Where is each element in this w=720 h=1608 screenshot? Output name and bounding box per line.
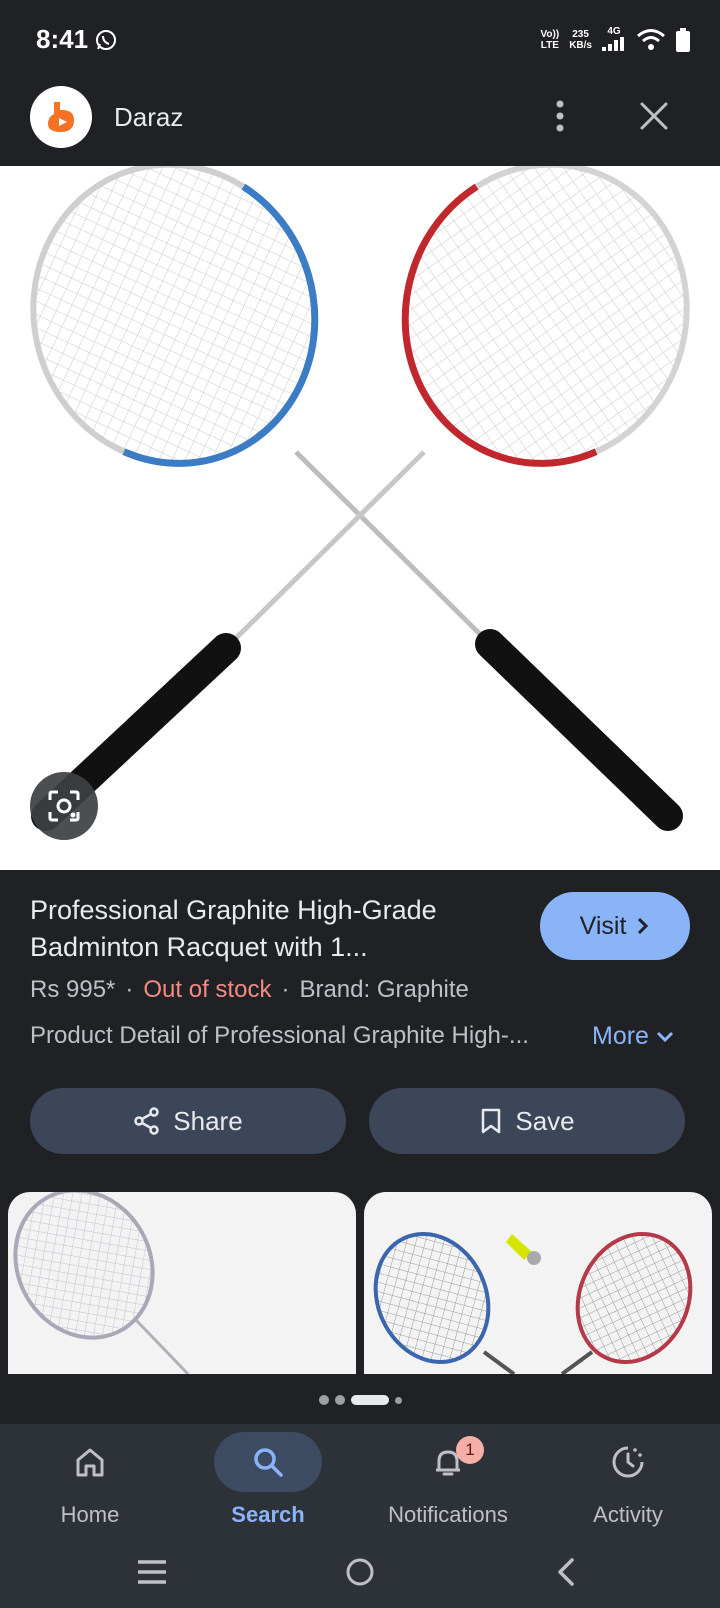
product-brand: Brand: Graphite [299,976,469,1003]
nav-search[interactable]: Search [178,1424,358,1538]
visit-button[interactable]: Visit [540,892,690,960]
nav-notifications[interactable]: 1 Notifications [358,1424,538,1538]
carousel-dot-active [350,1395,389,1405]
network-type: 4G [602,26,626,54]
product-price: Rs 995* [30,976,116,1003]
signal-icon [602,37,624,51]
wifi-icon [637,29,665,50]
carousel-dot [394,1396,402,1404]
carousel-indicator [0,1390,720,1410]
visit-label: Visit [579,911,627,940]
related-image-2[interactable] [364,1192,712,1374]
product-title[interactable]: Professional Graphite High-Grade Badmint… [30,892,520,966]
battery-icon [676,28,690,52]
notification-badge: 1 [456,1436,484,1464]
status-time: 8:41 [36,24,89,54]
carousel-dot [318,1395,329,1405]
network-speed: 235 KB/s [569,29,592,51]
more-button[interactable]: More [592,1022,675,1051]
product-description: Product Detail of Professional Graphite … [30,1022,529,1049]
close-icon[interactable] [636,98,672,134]
lens-icon [48,790,80,822]
home-circle-icon[interactable] [344,1556,376,1588]
nav-activity[interactable]: Activity [538,1424,718,1538]
related-image-1[interactable] [8,1192,356,1374]
back-icon[interactable] [556,1556,576,1588]
chevron-down-icon [656,1031,674,1042]
home-icon [76,1448,104,1477]
status-bar: 8:41 Vo)) LTE 235 KB/s 4G [0,0,720,80]
activity-icon [612,1446,644,1478]
share-button[interactable]: Share [30,1088,346,1154]
daraz-logo [30,86,92,148]
more-label: More [592,1022,649,1050]
product-image[interactable] [0,161,720,870]
recents-icon[interactable] [136,1558,168,1586]
search-icon [254,1448,283,1477]
app-title: Daraz [114,102,184,132]
app-bar: Daraz [0,80,720,166]
system-navigation-bar [0,1538,720,1608]
stock-status: Out of stock [143,976,272,1003]
volte-indicator: Vo)) LTE [540,29,560,51]
more-vert-icon[interactable] [548,98,572,134]
carousel-dot [334,1395,345,1405]
nav-home[interactable]: Home [0,1424,180,1538]
share-label: Share [173,1105,243,1136]
chevron-right-icon [638,917,649,935]
save-label: Save [515,1105,575,1136]
google-lens-button[interactable] [30,772,98,840]
bookmark-icon [482,1108,501,1134]
share-icon [134,1107,160,1135]
whatsapp-icon [96,30,116,50]
bottom-navigation: Home Search 1 Notifications Activity [0,1424,720,1538]
save-button[interactable]: Save [369,1088,685,1154]
product-meta: Rs 995* · Out of stock · Brand: Graphite [30,976,469,1003]
